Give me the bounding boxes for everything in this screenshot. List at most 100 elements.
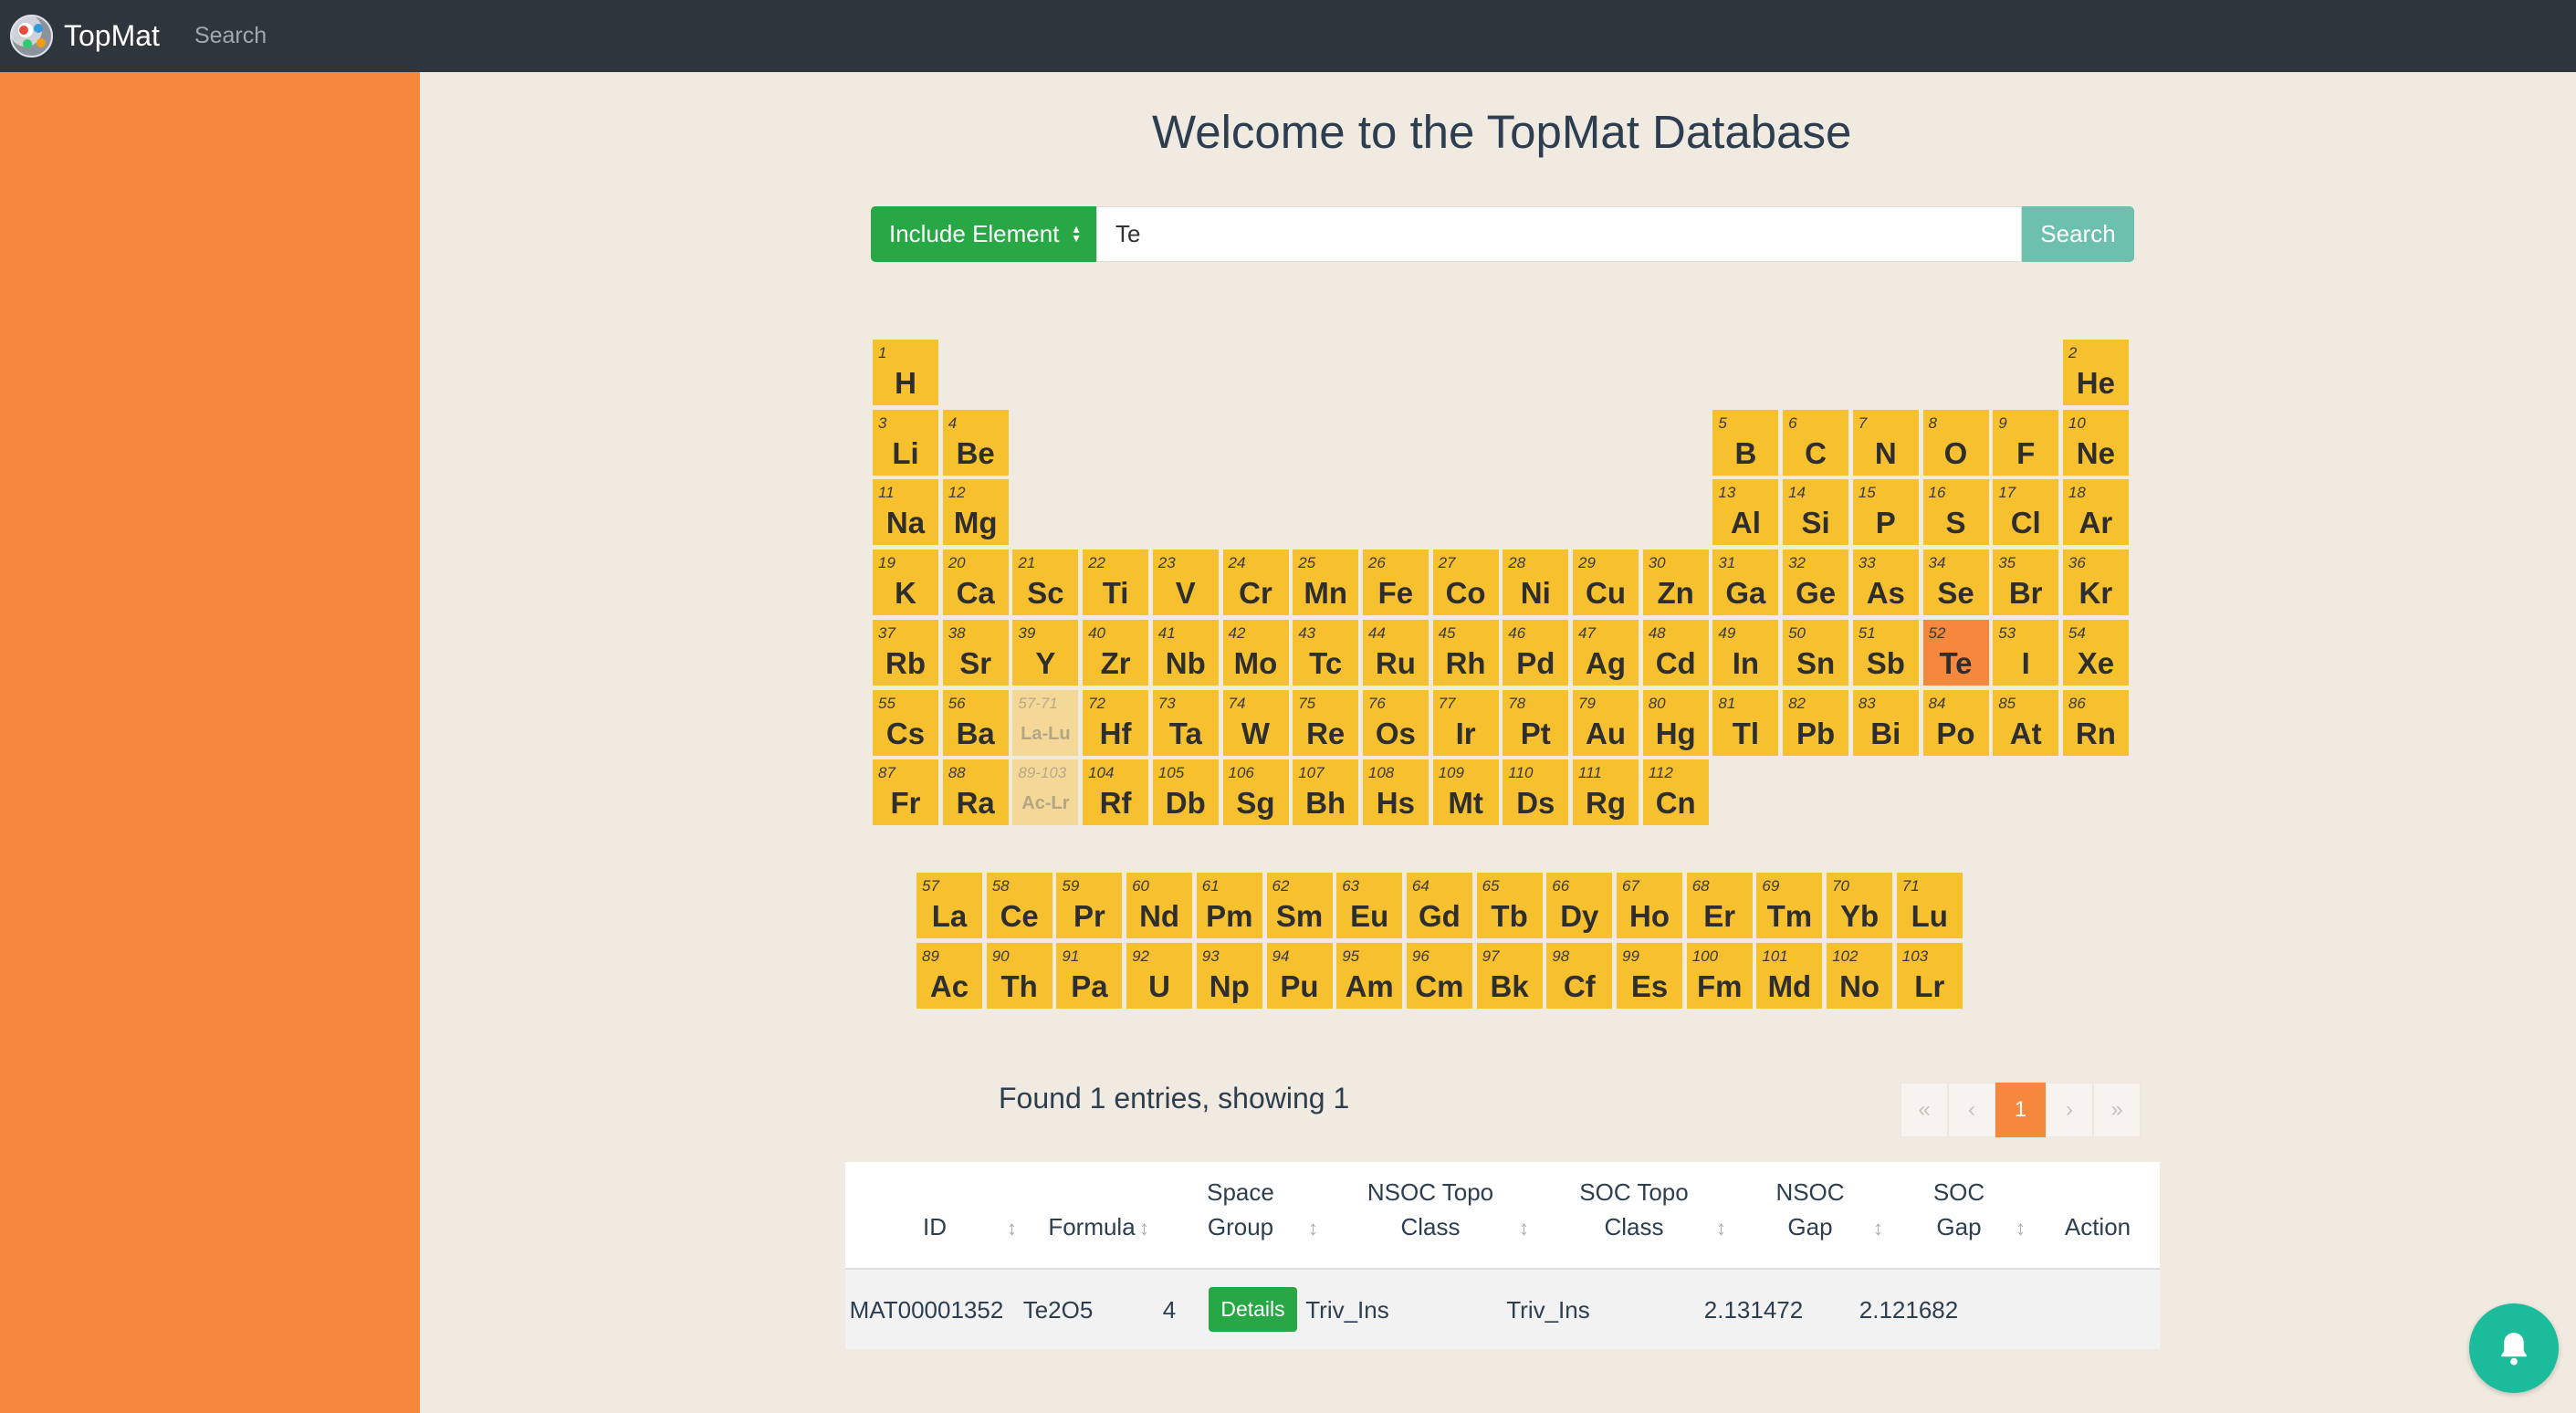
element-sg[interactable]: 106 Sg	[1221, 759, 1290, 827]
element-cn[interactable]: 112 Cn	[1641, 759, 1710, 827]
element-eu[interactable]: 63 Eu	[1335, 872, 1404, 939]
element-ni[interactable]: 28 Ni	[1502, 549, 1570, 617]
element-pu[interactable]: 94 Pu	[1265, 942, 1334, 1010]
element-tm[interactable]: 69 Tm	[1755, 872, 1824, 939]
element-no[interactable]: 102 No	[1826, 942, 1894, 1010]
element-mo[interactable]: 42 Mo	[1221, 618, 1290, 686]
element-lr[interactable]: 103 Lr	[1895, 942, 1963, 1010]
element-ga[interactable]: 31 Ga	[1712, 549, 1780, 617]
element-ba[interactable]: 56 Ba	[941, 688, 1010, 757]
element-w[interactable]: 74 W	[1221, 688, 1290, 757]
element-li[interactable]: 3 Li	[872, 408, 939, 476]
element-es[interactable]: 99 Es	[1616, 942, 1683, 1010]
brand-name[interactable]: TopMat	[64, 19, 160, 53]
element-bh[interactable]: 107 Bh	[1292, 759, 1360, 827]
element-pd[interactable]: 46 Pd	[1502, 618, 1570, 686]
element-ge[interactable]: 32 Ge	[1782, 549, 1850, 617]
element-ti[interactable]: 22 Ti	[1082, 549, 1150, 617]
element-tb[interactable]: 65 Tb	[1475, 872, 1544, 939]
nav-search-link[interactable]: Search	[194, 23, 267, 49]
element-co[interactable]: 27 Co	[1431, 549, 1500, 617]
element-pm[interactable]: 61 Pm	[1195, 872, 1263, 939]
element-ca[interactable]: 20 Ca	[941, 549, 1010, 617]
element-be[interactable]: 4 Be	[941, 408, 1010, 476]
element-la[interactable]: 57 La	[916, 872, 983, 939]
element-sb[interactable]: 51 Sb	[1851, 618, 1920, 686]
element-am[interactable]: 95 Am	[1335, 942, 1404, 1010]
element-pa[interactable]: 91 Pa	[1055, 942, 1124, 1010]
element-hf[interactable]: 72 Hf	[1082, 688, 1150, 757]
element-sn[interactable]: 50 Sn	[1782, 618, 1850, 686]
element-bk[interactable]: 97 Bk	[1475, 942, 1544, 1010]
sort-icon[interactable]: ↕	[1308, 1217, 1318, 1240]
element-v[interactable]: 23 V	[1151, 549, 1220, 617]
element-k[interactable]: 19 K	[872, 549, 939, 617]
element-zn[interactable]: 30 Zn	[1641, 549, 1710, 617]
element-s[interactable]: 16 S	[1922, 478, 1990, 547]
element-ar[interactable]: 18 Ar	[2061, 478, 2130, 547]
search-input[interactable]: Te	[1096, 206, 2022, 262]
element-rg[interactable]: 111 Rg	[1572, 759, 1639, 827]
element-cs[interactable]: 55 Cs	[872, 688, 939, 757]
page-first-button[interactable]: «	[1901, 1083, 1948, 1137]
element-br[interactable]: 35 Br	[1992, 549, 2060, 617]
element-md[interactable]: 101 Md	[1755, 942, 1824, 1010]
element-fe[interactable]: 26 Fe	[1361, 549, 1429, 617]
page-current-button[interactable]: 1	[1995, 1083, 2046, 1137]
element-pr[interactable]: 59 Pr	[1055, 872, 1124, 939]
element-xe[interactable]: 54 Xe	[2061, 618, 2130, 686]
element-si[interactable]: 14 Si	[1782, 478, 1850, 547]
sort-icon[interactable]: ↕	[1519, 1217, 1529, 1240]
element-cr[interactable]: 24 Cr	[1221, 549, 1290, 617]
element-la-lu[interactable]: 57-71 La-Lu	[1011, 688, 1080, 757]
element-dy[interactable]: 66 Dy	[1545, 872, 1614, 939]
element-n[interactable]: 7N	[1851, 408, 1920, 476]
page-last-button[interactable]: »	[2093, 1083, 2141, 1137]
element-os[interactable]: 76 Os	[1361, 688, 1429, 757]
column-header-action[interactable]: Action	[1997, 1209, 2198, 1244]
search-button[interactable]: Search	[2022, 206, 2134, 262]
element-se[interactable]: 34 Se	[1922, 549, 1990, 617]
element-ne[interactable]: 10 Ne	[2061, 408, 2130, 476]
element-sc[interactable]: 21 Sc	[1011, 549, 1080, 617]
element-re[interactable]: 75 Re	[1292, 688, 1360, 757]
element-ru[interactable]: 44 Ru	[1361, 618, 1429, 686]
element-cm[interactable]: 96 Cm	[1405, 942, 1473, 1010]
element-cl[interactable]: 17 Cl	[1992, 478, 2060, 547]
element-gd[interactable]: 64 Gd	[1405, 872, 1473, 939]
element-mt[interactable]: 109 Mt	[1431, 759, 1500, 827]
element-ag[interactable]: 47 Ag	[1572, 618, 1639, 686]
bell-icon[interactable]	[2469, 1303, 2559, 1393]
element-er[interactable]: 68 Er	[1685, 872, 1754, 939]
element-zr[interactable]: 40 Zr	[1082, 618, 1150, 686]
element-filter-select[interactable]: Include Element ▲ ▼	[871, 206, 1096, 262]
element-kr[interactable]: 36 Kr	[2061, 549, 2130, 617]
element-rb[interactable]: 37 Rb	[872, 618, 939, 686]
element-sm[interactable]: 62 Sm	[1265, 872, 1334, 939]
element-lu[interactable]: 71 Lu	[1895, 872, 1963, 939]
column-header-soc-topo-class[interactable]: SOC Topo Class	[1534, 1175, 1734, 1244]
element-he[interactable]: 2 He	[2061, 339, 2130, 406]
element-tl[interactable]: 81 Tl	[1712, 688, 1780, 757]
element-mg[interactable]: 12 Mg	[941, 478, 1010, 547]
element-al[interactable]: 13 Al	[1712, 478, 1780, 547]
element-rn[interactable]: 86 Rn	[2061, 688, 2130, 757]
element-cf[interactable]: 98 Cf	[1545, 942, 1614, 1010]
element-yb[interactable]: 70 Yb	[1826, 872, 1894, 939]
element-p[interactable]: 15 P	[1851, 478, 1920, 547]
element-nb[interactable]: 41 Nb	[1151, 618, 1220, 686]
element-pb[interactable]: 82 Pb	[1782, 688, 1850, 757]
element-ho[interactable]: 67 Ho	[1616, 872, 1683, 939]
element-sr[interactable]: 38 Sr	[941, 618, 1010, 686]
element-np[interactable]: 93 Np	[1195, 942, 1263, 1010]
column-header-nsoc-topo-class[interactable]: NSOC Topo Class	[1330, 1175, 1531, 1244]
element-bi[interactable]: 83 Bi	[1851, 688, 1920, 757]
element-au[interactable]: 79 Au	[1572, 688, 1639, 757]
page-next-button[interactable]: ›	[2046, 1083, 2093, 1137]
element-ce[interactable]: 58 Ce	[985, 872, 1053, 939]
element-ac-lr[interactable]: 89-103 Ac-Lr	[1011, 759, 1080, 827]
details-button[interactable]: Details	[1209, 1287, 1297, 1332]
element-na[interactable]: 11 Na	[872, 478, 939, 547]
element-ac[interactable]: 89 Ac	[916, 942, 983, 1010]
element-fr[interactable]: 87 Fr	[872, 759, 939, 827]
